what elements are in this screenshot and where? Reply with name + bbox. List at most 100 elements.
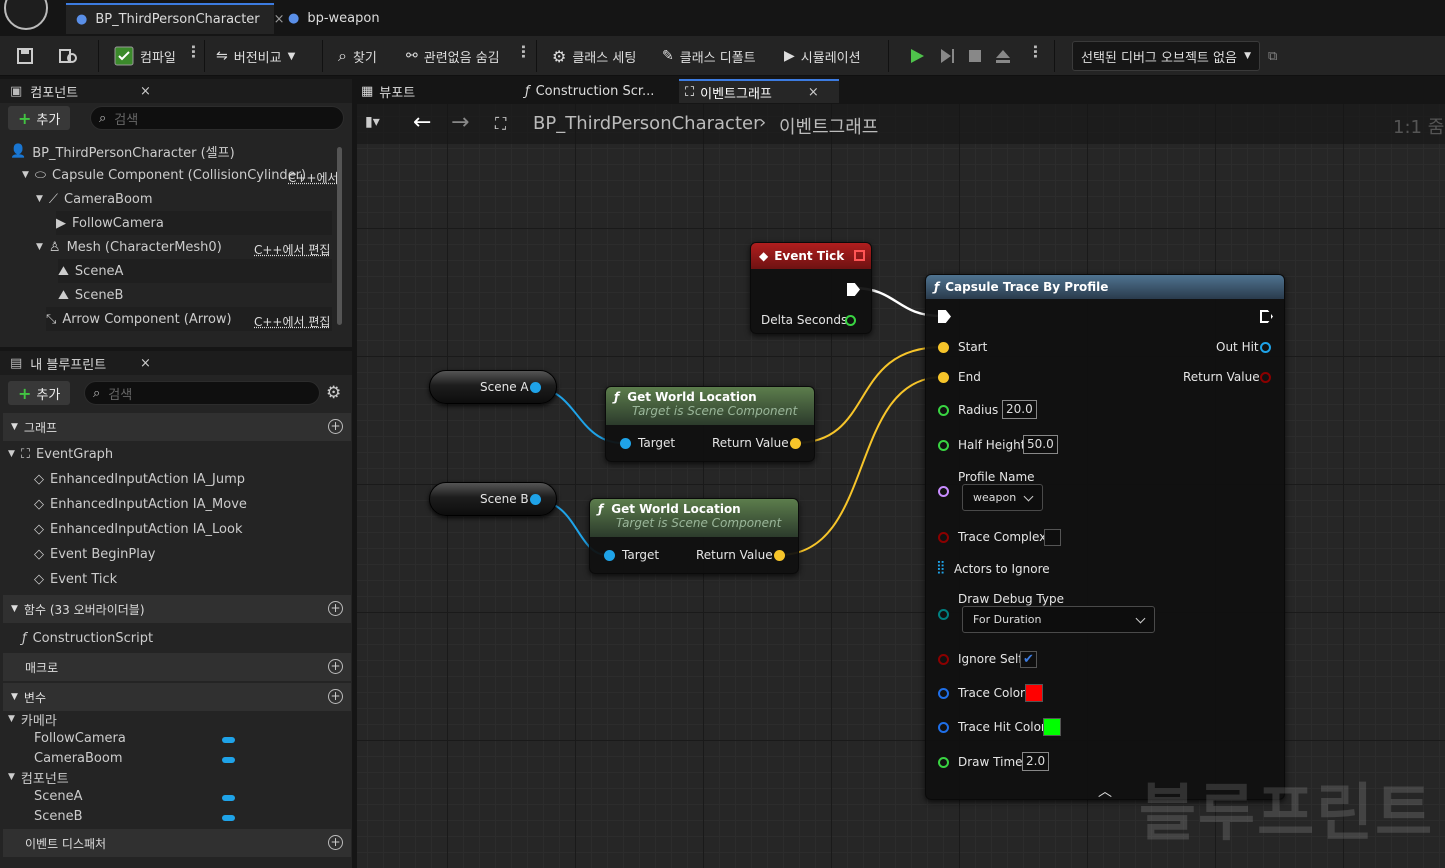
radius-input[interactable]: 20.0 [1002, 400, 1037, 419]
tab-event-graph[interactable]: ⛶ 이벤트그래프 × [679, 79, 839, 103]
add-function-icon[interactable]: + [328, 601, 343, 616]
start-pin[interactable] [938, 342, 949, 353]
add-member-button[interactable]: + 추가 [8, 381, 71, 405]
edit-in-cpp-link[interactable]: C++에서 편집 [254, 241, 330, 258]
save-button[interactable] [16, 42, 34, 70]
event-graph-canvas[interactable]: ▮▾ ← → ⛶ BP_ThirdPersonCharacter › 이벤트그래… [357, 104, 1445, 868]
section-variables[interactable]: ▼ 변수 + [3, 683, 351, 711]
hide-unrelated-button[interactable]: ⚯ 관련없음 숨김 [406, 42, 500, 70]
class-settings-button[interactable]: ⚙ 클래스 세팅 [552, 42, 636, 70]
more-options-icon[interactable]: ··· [514, 44, 532, 58]
profile-name-dropdown[interactable]: weapon [962, 484, 1043, 511]
trace-complex-pin[interactable] [938, 532, 949, 543]
trace-complex-checkbox[interactable] [1044, 529, 1061, 546]
vector-return-pin[interactable] [774, 550, 785, 561]
compile-button[interactable]: 컴파일 [114, 42, 176, 70]
gear-icon[interactable]: ⚙ [326, 383, 341, 403]
event-item[interactable]: ◇ EnhancedInputAction IA_Jump [34, 467, 245, 491]
add-component-button[interactable]: + 추가 [8, 106, 71, 130]
return-bool-pin[interactable] [1260, 372, 1271, 383]
profile-name-pin[interactable] [938, 486, 949, 497]
variable-item[interactable]: SceneB [34, 805, 83, 827]
exec-out-pin[interactable] [847, 283, 860, 296]
capsule-trace-node[interactable]: ƒ Capsule Trace By Profile Start Out Hit… [925, 274, 1285, 800]
scene-b-getter-node[interactable]: Scene B [429, 482, 557, 516]
event-item[interactable]: ◇ Event Tick [34, 567, 117, 591]
debug-browse-button[interactable]: ⧉ [1268, 42, 1277, 70]
end-pin[interactable] [938, 372, 949, 383]
trace-color-swatch[interactable] [1025, 684, 1043, 702]
find-button[interactable]: ⌕ 찾기 [338, 42, 377, 70]
object-pin[interactable] [530, 382, 541, 393]
trace-hit-color-pin[interactable] [938, 722, 949, 733]
components-scrollbar[interactable] [337, 147, 342, 325]
close-icon[interactable]: × [140, 84, 151, 99]
trace-hit-color-swatch[interactable] [1043, 718, 1061, 736]
radius-pin[interactable] [938, 405, 949, 416]
exec-out-pin[interactable] [1260, 310, 1273, 323]
float-pin[interactable] [845, 315, 856, 326]
trace-color-pin[interactable] [938, 688, 949, 699]
section-functions[interactable]: ▼ 함수 (33 오버라이더블) + [3, 595, 351, 623]
draw-time-input[interactable]: 2.0 [1022, 752, 1050, 771]
compile-options-icon[interactable]: ··· [184, 44, 202, 58]
section-event-dispatchers[interactable]: 이벤트 디스패처 + [3, 829, 351, 857]
event-tick-node[interactable]: ◆ Event Tick Delta Seconds [750, 242, 872, 334]
edit-in-cpp-link[interactable]: C++에서 [288, 169, 339, 186]
half-height-input[interactable]: 50.0 [1023, 435, 1058, 454]
component-item-cameraboom[interactable]: ▼ ⟋ CameraBoom [36, 187, 153, 211]
debug-type-dropdown[interactable]: For Duration [962, 606, 1155, 633]
debug-type-pin[interactable] [938, 609, 949, 620]
target-pin[interactable] [604, 550, 615, 561]
component-item-capsule[interactable]: ▼ ⬭ Capsule Component (CollisionCylinder) [22, 163, 306, 187]
draw-time-pin[interactable] [938, 757, 949, 768]
component-item-mesh[interactable]: ▼ ♙ Mesh (CharacterMesh0) [36, 235, 222, 259]
blueprint-search-input[interactable]: ⌕ 검색 [84, 381, 320, 405]
stop-button[interactable] [966, 42, 984, 70]
section-macros[interactable]: 매크로 + [3, 653, 351, 681]
section-graphs[interactable]: ▼ 그래프 + [3, 413, 351, 441]
event-item[interactable]: ◇ EnhancedInputAction IA_Move [34, 492, 247, 516]
half-height-pin[interactable] [938, 440, 949, 451]
tab-bp-weapon[interactable]: ● bp-weapon [278, 3, 398, 34]
ignore-self-checkbox[interactable]: ✔ [1020, 651, 1037, 668]
delegate-pin-icon[interactable] [854, 250, 865, 261]
edit-in-cpp-link[interactable]: C++에서 편집 [254, 313, 330, 330]
add-dispatcher-icon[interactable]: + [328, 835, 343, 850]
object-pin[interactable] [530, 494, 541, 505]
debug-object-dropdown[interactable]: 선택된 디버그 오브젝트 없음 ▼ [1072, 41, 1260, 71]
class-defaults-button[interactable]: ✎ 클래스 디폴트 [662, 42, 756, 70]
collapse-arrow-icon[interactable]: ︿ [1098, 781, 1112, 801]
close-icon[interactable]: × [808, 85, 819, 100]
out-hit-pin[interactable] [1260, 342, 1271, 353]
component-item-followcamera[interactable]: ▶ FollowCamera [56, 211, 332, 235]
add-graph-icon[interactable]: + [328, 419, 343, 434]
graph-item-eventgraph[interactable]: ▼ ⛶ EventGraph [8, 442, 113, 466]
unreal-logo-icon[interactable] [4, 0, 48, 30]
vector-return-pin[interactable] [790, 438, 801, 449]
eject-button[interactable] [994, 42, 1012, 70]
exec-in-pin[interactable] [938, 310, 951, 323]
tab-bp-thirdpersoncharacter[interactable]: ● BP_ThirdPersonCharacter × [66, 3, 285, 34]
event-item[interactable]: ◇ EnhancedInputAction IA_Look [34, 517, 242, 541]
variable-item[interactable]: SceneA [34, 785, 83, 807]
play-options-icon[interactable]: ··· [1026, 44, 1044, 58]
array-pin-icon[interactable]: ⣿ [936, 560, 946, 575]
component-search-input[interactable]: ⌕ 검색 [90, 106, 344, 130]
tab-viewport[interactable]: ▦ 뷰포트 [361, 79, 415, 103]
browse-button[interactable] [58, 42, 78, 70]
scene-a-getter-node[interactable]: Scene A [429, 370, 557, 404]
component-item-sceneb[interactable]: ⛰ SceneB [58, 283, 123, 307]
variable-item[interactable]: FollowCamera [34, 727, 126, 749]
add-variable-icon[interactable]: + [328, 689, 343, 704]
ignore-self-pin[interactable] [938, 654, 949, 665]
play-button[interactable] [908, 42, 926, 70]
event-item[interactable]: ◇ Event BeginPlay [34, 542, 156, 566]
target-pin[interactable] [620, 438, 631, 449]
tab-construction-script[interactable]: ƒ Construction Scr... [525, 79, 654, 103]
function-item-constructionscript[interactable]: ƒ ConstructionScript [22, 626, 153, 650]
simulation-button[interactable]: ▶ 시뮬레이션 [784, 42, 861, 70]
diff-button[interactable]: ⇋ 버전비교 ▼ [216, 42, 295, 70]
component-item-self[interactable]: 👤 BP_ThirdPersonCharacter (셀프) [10, 139, 235, 163]
get-world-location-node-a[interactable]: ƒ Get World Location Target is Scene Comp… [605, 386, 815, 462]
